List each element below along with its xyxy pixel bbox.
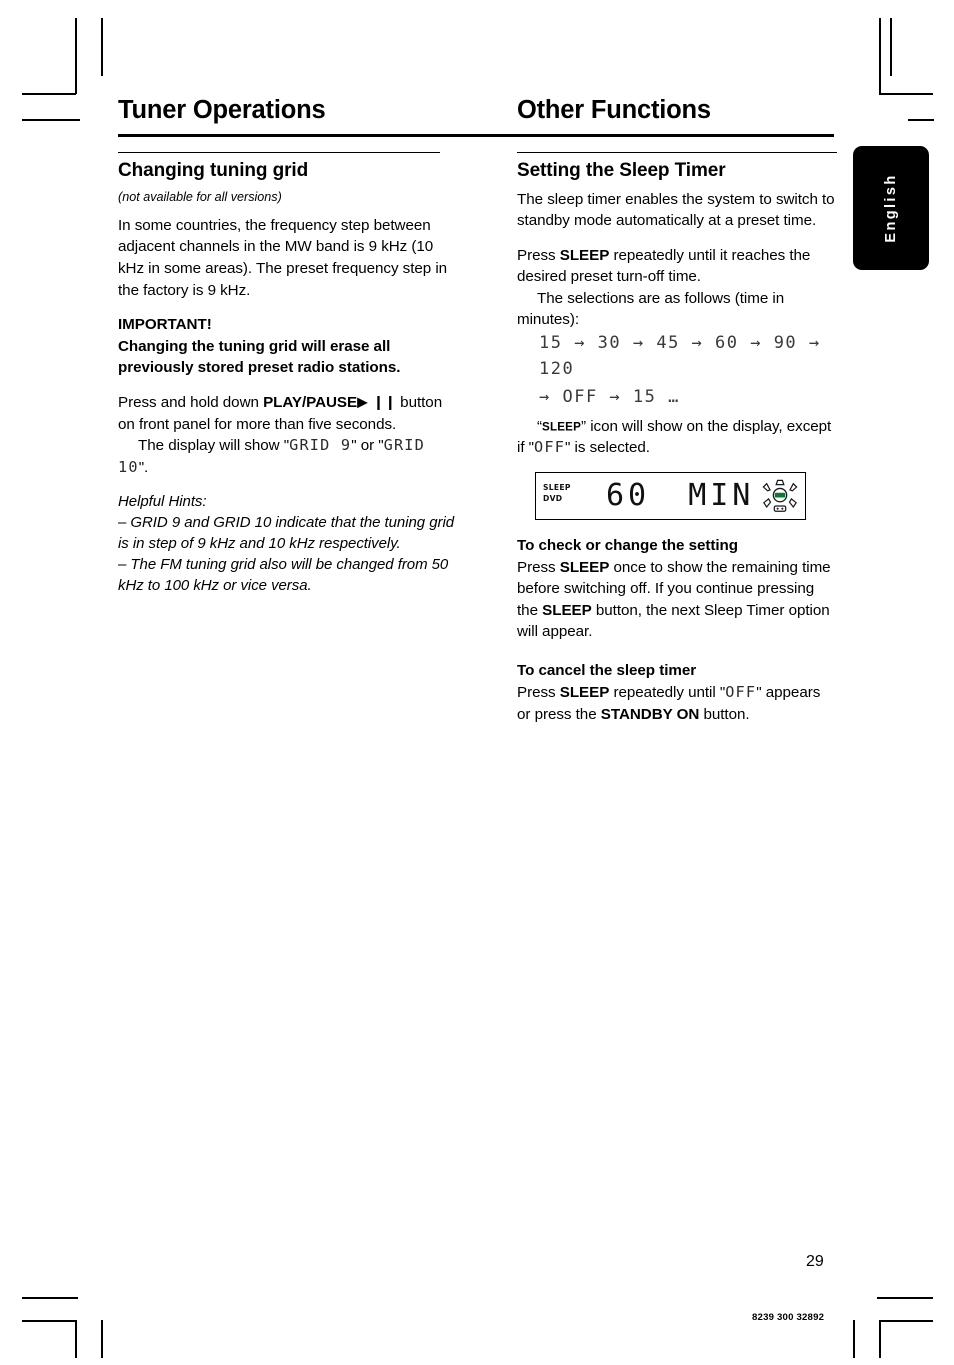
- crop-mark-top-right-tick-vertical: [890, 18, 892, 76]
- press-hold-instruction: Press and hold down PLAY/PAUSE▶ ❙❙ butto…: [118, 392, 463, 435]
- sleep-indicator-badge: SLEEP: [542, 420, 582, 434]
- hint-item-2: – The FM tuning grid also will be change…: [118, 556, 449, 595]
- display-value: 60: [606, 477, 651, 513]
- crop-mark-top-left-vertical: [75, 18, 77, 94]
- indicator-dvd: DVD: [543, 494, 563, 504]
- press-sleep-prefix: Press: [517, 246, 560, 264]
- crop-mark-bottom-left-tick-vertical: [101, 1320, 103, 1358]
- display-show-instruction: The display will show "GRID 9" or "GRID …: [118, 435, 463, 478]
- sleep-button-label: SLEEP: [559, 683, 610, 701]
- hint-item-1: – GRID 9 and GRID 10 indicate that the t…: [118, 514, 455, 553]
- left-section-title: Tuner Operations: [118, 96, 326, 124]
- crop-mark-bottom-right-vertical: [879, 1320, 881, 1358]
- crop-mark-top-right-horizontal: [879, 93, 933, 95]
- display-show-mid: " or ": [351, 437, 384, 455]
- sleep-button-label: SLEEP: [542, 601, 592, 619]
- cancel-prefix: Press: [517, 683, 560, 701]
- selections-text: The selections are as follows (time in m…: [517, 289, 785, 329]
- left-subheading: Changing tuning grid: [118, 160, 309, 182]
- cancel-suffix: button.: [699, 705, 750, 723]
- press-hold-prefix: Press and hold down: [118, 393, 264, 411]
- right-subhead-rule: [517, 152, 837, 154]
- language-tab-english: English: [853, 146, 929, 270]
- page-number: 29: [806, 1253, 824, 1270]
- icon-note-suffix: " is selected.: [565, 439, 650, 457]
- check-setting-heading: To check or change the setting: [517, 536, 739, 554]
- left-column: Tuner Operations Changing tuning grid (n…: [118, 96, 463, 596]
- language-tab-label: English: [883, 173, 899, 243]
- display-show-suffix: ".: [138, 458, 149, 476]
- crop-mark-bottom-right-tick-horizontal: [877, 1297, 933, 1299]
- crop-mark-top-right-tick-horizontal: [908, 119, 934, 121]
- selections-intro: The selections are as follows (time in m…: [517, 288, 837, 331]
- lcd-value-off: OFF: [534, 438, 566, 457]
- indicator-sleep: SLEEP: [543, 482, 571, 492]
- play-pause-icon: ▶ ❙❙: [357, 394, 396, 411]
- cancel-mid: repeatedly until ": [609, 683, 726, 701]
- check-prefix: Press: [517, 558, 560, 576]
- crop-mark-top-left-tick-horizontal: [22, 119, 80, 121]
- document-code: 8239 300 32892: [752, 1312, 825, 1323]
- surround-speaker-icon: [761, 478, 799, 516]
- crop-mark-bottom-right-tick-vertical: [853, 1320, 855, 1358]
- cancel-timer-text: Press SLEEP repeatedly until "OFF" appea…: [517, 682, 837, 725]
- right-column: Other Functions Setting the Sleep Timer …: [517, 96, 837, 738]
- lcd-value-grid-9: GRID 9: [289, 436, 352, 455]
- important-label: IMPORTANT!: [118, 316, 212, 334]
- left-availability-note: (not available for all versions): [118, 189, 282, 204]
- right-subheading: Setting the Sleep Timer: [517, 160, 726, 182]
- lcd-value-off: OFF: [725, 682, 757, 701]
- sleep-icon-note: “SLEEP” icon will show on the display, e…: [517, 416, 837, 459]
- sleep-timer-intro: The sleep timer enables the system to sw…: [517, 190, 835, 230]
- crop-mark-top-left-horizontal: [22, 93, 76, 95]
- crop-mark-top-left-tick-vertical: [101, 18, 103, 76]
- display-main-readout: 60 MIN: [606, 476, 754, 516]
- crop-mark-bottom-left-vertical: [75, 1320, 77, 1358]
- standby-on-button-label: STANDBY ON: [600, 705, 700, 723]
- sleep-button-label: SLEEP: [559, 246, 610, 264]
- crop-mark-bottom-left-horizontal: [22, 1320, 76, 1322]
- left-paragraph-frequency-step: In some countries, the frequency step be…: [118, 216, 448, 299]
- front-panel-display-figure: SLEEP DVD 60 MIN: [517, 471, 837, 520]
- cancel-timer-heading: To cancel the sleep timer: [517, 661, 697, 679]
- page-canvas: Tuner Operations Changing tuning grid (n…: [0, 0, 954, 1365]
- crop-mark-top-right-vertical: [879, 18, 881, 94]
- sleep-sequence-line-2: → OFF → 15 …: [539, 387, 680, 408]
- crop-mark-bottom-left-tick-horizontal: [22, 1297, 78, 1299]
- press-sleep-instruction: Press SLEEP repeatedly until it reaches …: [517, 245, 837, 288]
- check-setting-text: Press SLEEP once to show the remaining t…: [517, 557, 837, 643]
- display-indicators: SLEEP DVD: [543, 482, 571, 505]
- sleep-button-label: SLEEP: [559, 558, 610, 576]
- front-panel-display: SLEEP DVD 60 MIN: [535, 471, 806, 520]
- left-subhead-rule: [118, 152, 440, 154]
- display-show-prefix: The display will show ": [138, 437, 290, 455]
- play-pause-button-label: PLAY/PAUSE: [263, 393, 358, 411]
- crop-mark-bottom-right-horizontal: [879, 1320, 933, 1322]
- right-section-title: Other Functions: [517, 96, 711, 124]
- hints-label: Helpful Hints:: [118, 493, 207, 511]
- sleep-sequence-line-1: 15 → 30 → 45 → 60 → 90 → 120: [539, 333, 821, 379]
- important-text: Changing the tuning grid will erase all …: [118, 337, 401, 377]
- display-unit: MIN: [688, 477, 755, 513]
